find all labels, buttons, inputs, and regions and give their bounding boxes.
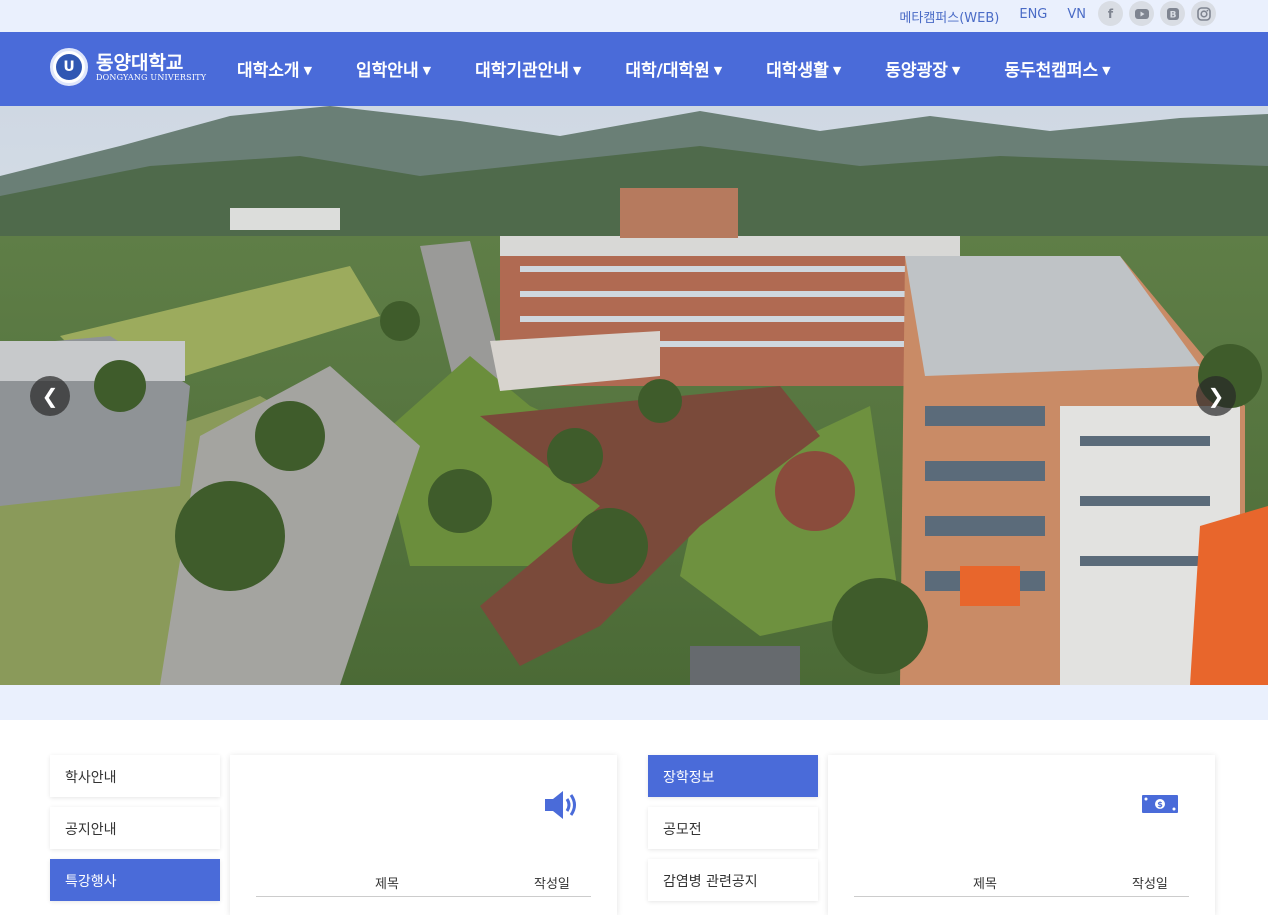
tab-scholarship[interactable]: 장학정보 [648,755,818,797]
chevron-down-icon: ▼ [422,64,432,77]
main-navbar: U 동양대학교 DONGYANG UNIVERSITY 대학소개 ▼ 입학안내 ▼ … [0,32,1268,106]
tab-special-lectures[interactable]: 특강행사 [50,859,220,901]
university-emblem-icon: U [50,48,88,86]
col-date: 작성일 [1132,877,1168,892]
tab-academic-info[interactable]: 학사안내 [50,755,220,797]
svg-text:$: $ [1157,800,1163,809]
col-date: 작성일 [534,877,570,892]
prev-slide-button[interactable]: ❮ [30,376,70,416]
tab-notices[interactable]: 공지안내 [50,807,220,849]
chevron-down-icon: ▼ [303,64,313,77]
main-menu: 대학소개 ▼ 입학안내 ▼ 대학기관안내 ▼ 대학/대학원 ▼ 대학생활 ▼ 동양광장 ▼ … [237,56,1155,81]
header-divider [256,896,591,897]
metacampus-link[interactable]: 메타캠퍼스(WEB) [899,7,999,26]
instagram-icon[interactable] [1191,1,1216,26]
vn-link[interactable]: VN [1067,7,1086,26]
utility-links: 메타캠퍼스(WEB) ENG VN [899,7,1086,26]
eng-link[interactable]: ENG [1019,7,1047,26]
menu-item-campus-life[interactable]: 대학생활 ▼ [766,56,841,81]
chevron-down-icon: ▼ [572,64,582,77]
speaker-icon [545,791,576,819]
chevron-down-icon: ▼ [951,64,961,77]
header-divider [854,896,1189,897]
section-divider-band [0,685,1268,720]
tab-infectious-disease[interactable]: 감염병 관련공지 [648,859,818,901]
left-board-panel: 제목 작성일 [230,755,617,915]
top-utility-bar: 메타캠퍼스(WEB) ENG VN f B [0,0,1268,32]
svg-text:B: B [1169,10,1176,20]
logo-name: 동양대학교 [96,51,184,74]
money-bill-icon: $ [1142,795,1178,813]
next-slide-button[interactable]: ❯ [1196,376,1236,416]
campus-aerial-photo [0,106,1268,685]
social-links: f B [1098,1,1216,26]
blog-icon[interactable]: B [1160,1,1185,26]
hero-slider: ❮ ❯ [0,106,1268,685]
menu-item-intro[interactable]: 대학소개 ▼ [237,56,312,81]
menu-item-admission[interactable]: 입학안내 ▼ [356,56,431,81]
chevron-down-icon: ▼ [1102,64,1111,77]
chevron-down-icon: ▼ [713,64,723,77]
menu-item-plaza[interactable]: 동양광장 ▼ [885,56,960,81]
col-title: 제목 [973,877,997,892]
col-title: 제목 [375,877,399,892]
youtube-icon[interactable] [1129,1,1154,26]
right-board-panel: $ 제목 작성일 [828,755,1215,915]
menu-item-dongducheon[interactable]: 동두천캠퍼스 ▼ [1004,56,1110,81]
chevron-down-icon: ▼ [832,64,842,77]
logo-subtitle: DONGYANG UNIVERSITY [96,72,207,82]
university-logo[interactable]: U 동양대학교 DONGYANG UNIVERSITY [50,48,206,86]
menu-item-colleges[interactable]: 대학/대학원 ▼ [625,56,722,81]
menu-item-institutions[interactable]: 대학기관안내 ▼ [475,56,581,81]
tab-contests[interactable]: 공모전 [648,807,818,849]
facebook-icon[interactable]: f [1098,1,1123,26]
